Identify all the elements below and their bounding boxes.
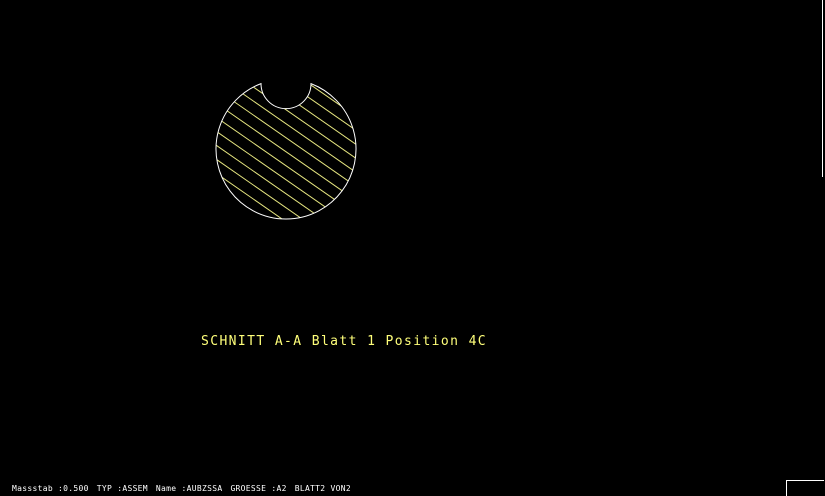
section-caption: SCHNITT A-A Blatt 1 Position 4C [201, 334, 488, 349]
status-typ: TYP :ASSEM [96, 484, 148, 493]
hatch-line [215, 203, 356, 220]
hatch-line [215, 161, 356, 220]
status-groesse: GROESSE :A2 [230, 484, 287, 493]
hatch-line [215, 83, 356, 106]
hatch-line [215, 133, 356, 220]
hatch-line [215, 119, 356, 220]
section-hatch [200, 83, 380, 413]
hatch-line [215, 83, 356, 162]
hatch-line [200, 246, 380, 371]
title-block-corner [786, 480, 824, 496]
hatch-line [215, 189, 356, 220]
hatch-line [215, 83, 356, 176]
drawing-canvas[interactable] [0, 0, 825, 496]
hatch-line [215, 83, 356, 204]
hatch-line [200, 288, 380, 413]
status-massstab: Massstab :0.500 [12, 484, 89, 493]
status-blatt: BLATT2 VON2 [294, 484, 351, 493]
hatch-line [200, 260, 380, 385]
viewport-border-line [822, 0, 823, 177]
hatch-line [215, 83, 356, 120]
hatch-line [215, 147, 356, 220]
status-name: Name :AUBZSSA [155, 484, 223, 493]
hatch-line [215, 175, 356, 220]
status-bar: Massstab :0.500 TYP :ASSEM Name :AUBZSSA GR… [12, 484, 359, 493]
hatch-line [215, 217, 356, 220]
hatch-line [215, 83, 356, 134]
